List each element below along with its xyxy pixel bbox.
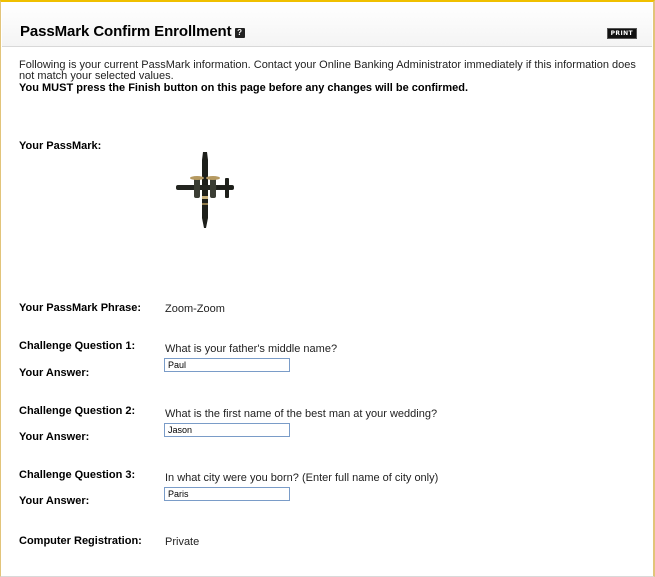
page-title: PassMark Confirm Enrollment?	[20, 23, 245, 40]
answer-3-label: Your Answer:	[19, 495, 90, 507]
answer-1-field[interactable]: Paul	[164, 358, 290, 372]
answer-2-field[interactable]: Jason	[164, 423, 290, 437]
passmark-airplane-image	[176, 152, 234, 228]
challenge-question-1-label: Challenge Question 1:	[19, 340, 136, 352]
challenge-question-2-text: What is the first name of the best man a…	[165, 408, 438, 420]
answer-2-label: Your Answer:	[19, 431, 90, 443]
passmark-phrase-value: Zoom-Zoom	[165, 303, 225, 315]
passmark-panel: PassMark Confirm Enrollment? PRINT Follo…	[0, 0, 655, 577]
computer-registration-value: Private	[165, 536, 200, 548]
challenge-question-2-label: Challenge Question 2:	[19, 405, 136, 417]
passmark-label: Your PassMark:	[19, 140, 102, 152]
computer-registration-label: Computer Registration:	[19, 535, 142, 547]
intro-description: Following is your current PassMark infor…	[19, 59, 636, 82]
challenge-question-3-label: Challenge Question 3:	[19, 469, 136, 481]
print-button[interactable]: PRINT	[606, 28, 637, 39]
finish-warning: You MUST press the Finish button on this…	[19, 82, 469, 94]
answer-3-field[interactable]: Paris	[164, 487, 290, 501]
panel-header: PassMark Confirm Enrollment? PRINT	[2, 4, 652, 47]
challenge-question-1-text: What is your father's middle name?	[165, 343, 338, 355]
page-title-text: PassMark Confirm Enrollment	[20, 23, 232, 40]
answer-1-label: Your Answer:	[19, 367, 90, 379]
challenge-question-3-text: In what city were you born? (Enter full …	[165, 472, 439, 484]
intro-text: Following is your current PassMark infor…	[19, 60, 649, 94]
help-icon[interactable]: ?	[234, 28, 245, 38]
passmark-phrase-label: Your PassMark Phrase:	[19, 302, 142, 314]
